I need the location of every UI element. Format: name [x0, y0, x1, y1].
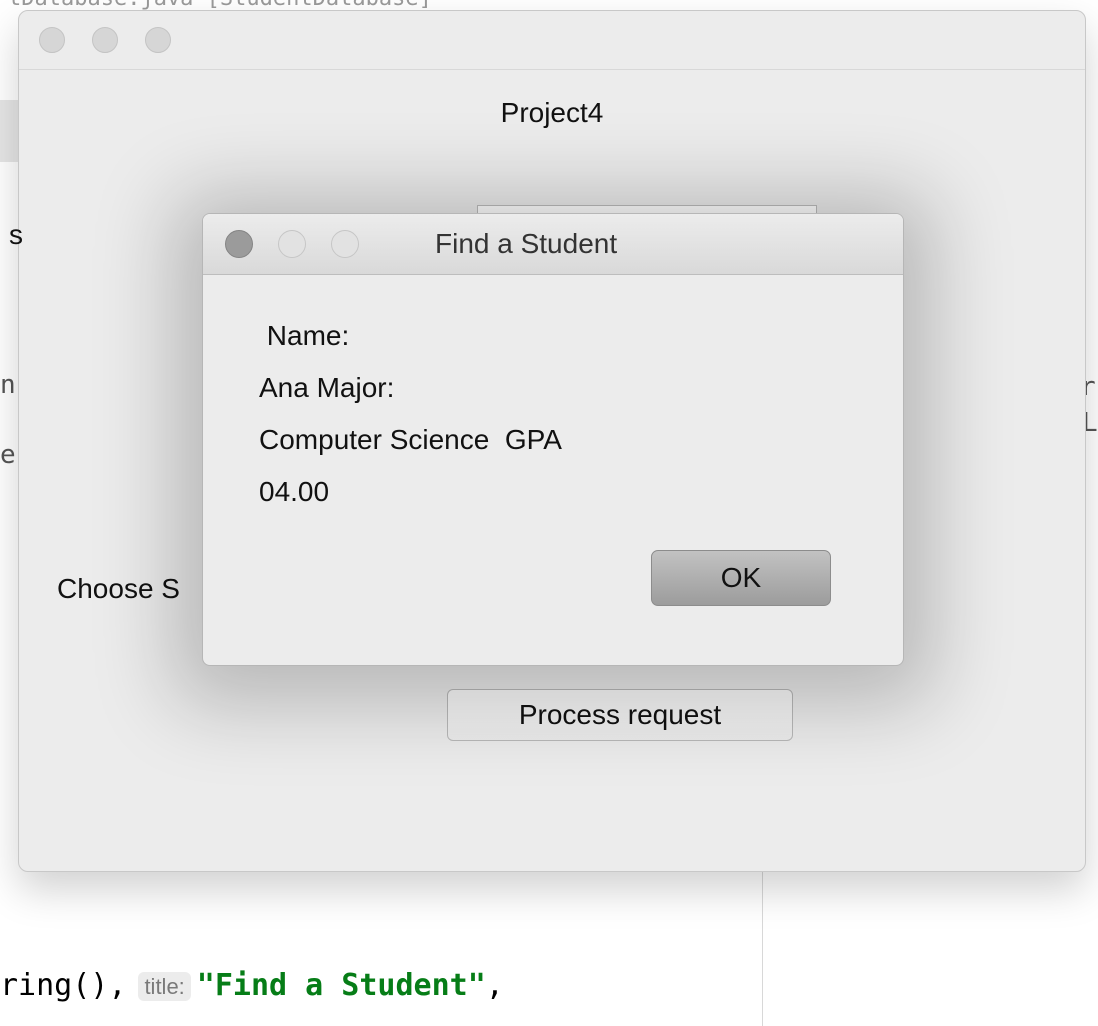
editor-text-fragment: n [0, 370, 16, 400]
zoom-button-icon[interactable] [145, 27, 171, 53]
code-text: , [485, 968, 504, 1003]
choose-label: Choose S [57, 573, 180, 604]
main-window-title: Project4 [500, 97, 604, 128]
dialog-zoom-icon [331, 230, 359, 258]
message-line: Computer Science GPA [259, 424, 562, 455]
dialog-title: Find a Student [435, 228, 618, 259]
dialog-message: Name: Ana Major: Computer Science GPA 04… [259, 310, 562, 518]
main-window-titlebar[interactable] [19, 11, 1085, 70]
find-student-dialog: Find a Student Name: Ana Major: Computer… [202, 213, 904, 666]
minimize-button-icon[interactable] [92, 27, 118, 53]
close-button-icon[interactable] [39, 27, 65, 53]
process-request-button[interactable]: Process request [447, 689, 793, 741]
code-string-literal: "Find a Student" [196, 968, 486, 1003]
dialog-close-icon[interactable] [225, 230, 253, 258]
dialog-minimize-icon [278, 230, 306, 258]
message-line: Ana Major: [259, 372, 395, 403]
parameter-hint: title: [138, 971, 191, 1001]
form-label-fragment: s [9, 219, 23, 250]
message-line: 04.00 [259, 476, 330, 507]
ok-button[interactable]: OK [651, 550, 831, 606]
dialog-titlebar[interactable]: Find a Student [203, 214, 903, 275]
code-line[interactable]: ring(), title: "Find a Student", [0, 968, 504, 1003]
code-text: ring(), [0, 968, 127, 1003]
editor-toolbar-fragment [0, 100, 20, 162]
editor-text-fragment: e [0, 440, 16, 470]
editor-split-divider[interactable] [762, 862, 763, 1026]
message-line: Name: [259, 320, 350, 351]
